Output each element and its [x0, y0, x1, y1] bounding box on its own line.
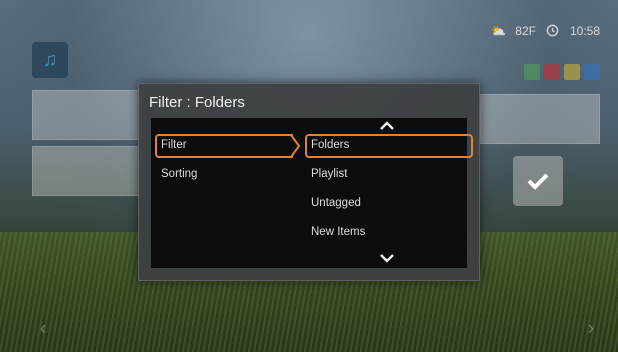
checkmark-icon — [527, 173, 549, 190]
background-tile — [32, 90, 142, 140]
selection-pointer — [291, 134, 301, 158]
dialog-title: Filter : Folders — [149, 94, 245, 111]
background-title — [78, 46, 82, 74]
color-swatch-red — [544, 64, 560, 80]
menu-item-sorting[interactable]: Sorting — [161, 168, 197, 180]
weather-icon: ⛅ — [491, 24, 507, 38]
chevron-up-icon[interactable] — [379, 121, 395, 131]
time-label: 10:58 — [569, 24, 600, 38]
chevron-down-icon[interactable] — [379, 253, 395, 263]
temperature-label: 82F — [515, 24, 536, 38]
menu-category-column: Filter Sorting — [151, 118, 301, 268]
previous-page-icon[interactable]: ‹ — [40, 318, 46, 339]
music-note-icon: ♫ — [32, 42, 68, 78]
clock-icon — [546, 24, 560, 38]
option-new-items[interactable]: New Items — [311, 226, 365, 238]
filter-dialog: Filter : Folders Filter Sorting Folders … — [138, 83, 480, 281]
filter-options-column: Folders Playlist Untagged New Items — [303, 118, 473, 268]
option-folders[interactable]: Folders — [311, 139, 349, 151]
menu-item-filter[interactable]: Filter — [161, 139, 187, 151]
background-sort-bar — [524, 64, 600, 80]
next-page-icon[interactable]: › — [588, 318, 594, 339]
color-swatch-green — [524, 64, 540, 80]
option-untagged[interactable]: Untagged — [311, 197, 361, 209]
option-playlist[interactable]: Playlist — [311, 168, 347, 180]
background-header: ♫ — [32, 42, 82, 78]
color-swatch-blue — [584, 64, 600, 80]
background-tile — [480, 94, 600, 144]
background-tile — [32, 146, 142, 196]
dialog-list-panel: Filter Sorting Folders Playlist Untagged… — [151, 118, 473, 268]
color-swatch-yellow — [564, 64, 580, 80]
confirm-button[interactable] — [513, 156, 563, 206]
screen: ⛅ 82F 10:58 ♫ Filter : Folders Filter So… — [0, 0, 618, 352]
status-bar: ⛅ 82F 10:58 — [491, 24, 600, 38]
